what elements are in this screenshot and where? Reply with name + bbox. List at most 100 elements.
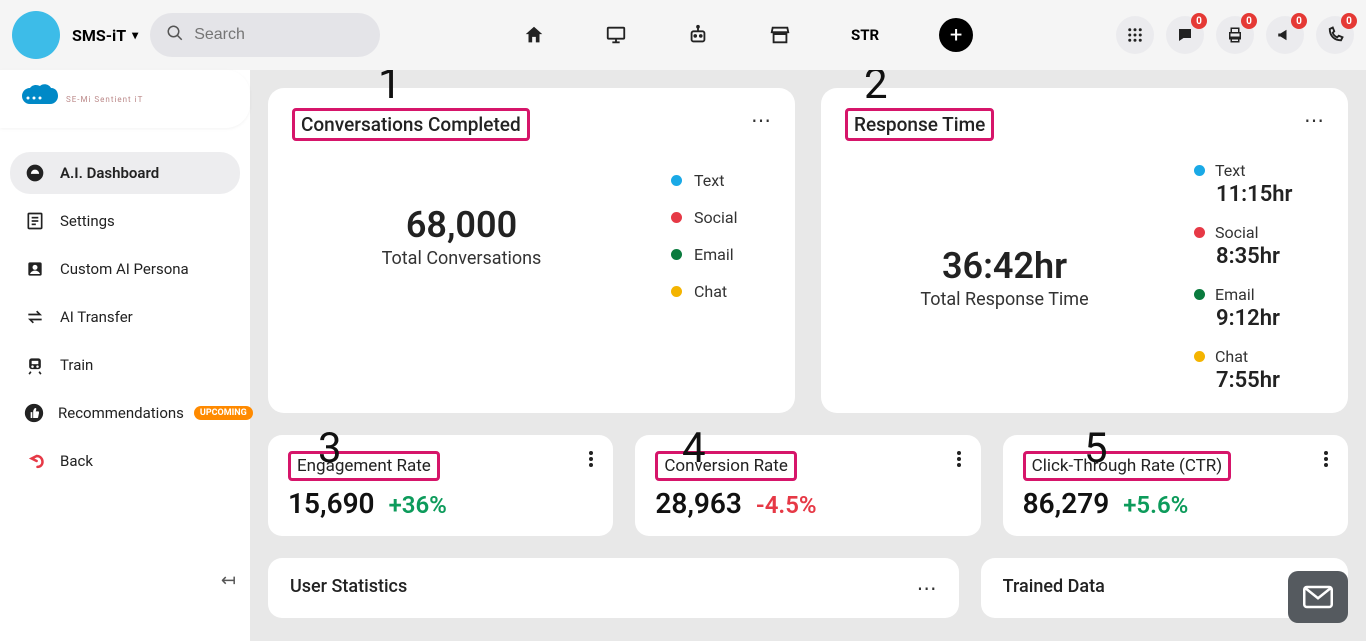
mail-fab[interactable] <box>1288 571 1348 623</box>
dot-icon <box>1194 227 1205 238</box>
more-icon[interactable]: ⋯ <box>917 576 937 600</box>
org-select[interactable]: SMS-iT ▾ <box>72 26 138 45</box>
avatar[interactable] <box>12 11 60 59</box>
legend-social: Social <box>671 208 771 227</box>
search-input[interactable] <box>194 26 401 44</box>
dot-icon <box>671 212 682 223</box>
resp-chat: Chat 7:55hr <box>1194 347 1324 393</box>
card-title: Trained Data <box>1003 576 1105 597</box>
header-nav: STR + <box>392 18 1104 52</box>
card-conversion: Conversion Rate 28,963 -4.5% <box>635 435 980 536</box>
nav-str[interactable]: STR <box>851 26 879 44</box>
thumbs-up-icon <box>24 403 44 423</box>
transfer-icon <box>24 307 46 327</box>
monitor-icon[interactable] <box>605 24 627 46</box>
dot-icon <box>1194 289 1205 300</box>
chevron-down-icon: ▾ <box>132 28 138 42</box>
search-box[interactable] <box>150 13 380 57</box>
dot-icon <box>1194 351 1205 362</box>
home-icon[interactable] <box>523 24 545 46</box>
ctr-change: +5.6% <box>1123 491 1188 519</box>
conversations-label: Total Conversations <box>292 248 631 269</box>
upcoming-tag: UPCOMING <box>194 406 253 420</box>
legend-chat: Chat <box>671 282 771 301</box>
sidebar-item-label: Recommendations <box>58 404 184 422</box>
sidebar-item-transfer[interactable]: AI Transfer <box>10 296 240 338</box>
conversion-value: 28,963 <box>655 487 742 520</box>
engagement-change: +36% <box>389 491 447 519</box>
sidebar-item-dashboard[interactable]: A.I. Dashboard <box>10 152 240 194</box>
card-engagement: Engagement Rate 15,690 +36% <box>268 435 613 536</box>
ctr-value: 86,279 <box>1023 487 1110 520</box>
sidebar-item-back[interactable]: Back <box>10 440 240 482</box>
badge: 0 <box>1191 13 1207 29</box>
response-label: Total Response Time <box>845 289 1164 310</box>
card-title: Click-Through Rate (CTR) <box>1032 456 1223 476</box>
chat-icon[interactable]: 0 <box>1166 16 1204 54</box>
more-icon[interactable]: ⋯ <box>751 108 771 132</box>
search-icon <box>166 24 184 46</box>
sidebar-item-persona[interactable]: Custom AI Persona <box>10 248 240 290</box>
sidebar: SMS-iT SE-Mi Sentient iT A.I. Dashboard … <box>0 70 250 641</box>
printer-icon[interactable]: 0 <box>1216 16 1254 54</box>
more-icon[interactable] <box>957 451 961 467</box>
nav-list: A.I. Dashboard Settings Custom AI Person… <box>0 140 250 631</box>
resp-email: Email 9:12hr <box>1194 285 1324 331</box>
main: 1 2 3 4 5 Conversations Completed ⋯ 68,0… <box>250 70 1366 641</box>
badge: 0 <box>1241 13 1257 29</box>
header: SMS-iT ▾ STR + 0 0 0 0 <box>0 0 1366 70</box>
mail-icon <box>1303 585 1333 609</box>
card-title: Response Time <box>854 113 985 136</box>
dot-icon <box>1194 165 1205 176</box>
phone-icon[interactable]: 0 <box>1316 16 1354 54</box>
add-button[interactable]: + <box>939 18 973 52</box>
card-title-highlight: Engagement Rate <box>288 451 440 481</box>
org-name: SMS-iT <box>72 26 126 45</box>
legend-email: Email <box>671 245 771 264</box>
sidebar-item-train[interactable]: Train <box>10 344 240 386</box>
dashboard-icon <box>24 163 46 183</box>
collapse-icon[interactable]: ↤ <box>221 570 236 591</box>
card-title-highlight: Conversion Rate <box>655 451 797 481</box>
sidebar-item-settings[interactable]: Settings <box>10 200 240 242</box>
legend-text: Text <box>671 171 771 190</box>
settings-icon <box>24 211 46 231</box>
persona-icon <box>24 259 46 279</box>
logo-tagline: SE-Mi Sentient iT <box>66 95 143 104</box>
card-title: Engagement Rate <box>297 456 431 476</box>
response-value: 36:42hr <box>845 245 1164 287</box>
store-icon[interactable] <box>769 24 791 46</box>
card-user-stats: User Statistics ⋯ <box>268 558 959 618</box>
conversion-change: -4.5% <box>756 491 817 519</box>
megaphone-icon[interactable]: 0 <box>1266 16 1304 54</box>
badge: 0 <box>1341 13 1357 29</box>
engagement-value: 15,690 <box>288 487 375 520</box>
more-icon[interactable]: ⋯ <box>1304 108 1324 132</box>
sidebar-item-label: Back <box>60 452 93 470</box>
conversations-value: 68,000 <box>292 204 631 246</box>
resp-social: Social 8:35hr <box>1194 223 1324 269</box>
dot-icon <box>671 249 682 260</box>
sidebar-item-label: AI Transfer <box>60 308 133 326</box>
sidebar-item-recommendations[interactable]: Recommendations UPCOMING <box>10 392 240 434</box>
logo[interactable]: SMS-iT SE-Mi Sentient iT <box>0 70 250 128</box>
resp-text: Text 11:15hr <box>1194 161 1324 207</box>
dot-icon <box>671 286 682 297</box>
robot-icon[interactable] <box>687 24 709 46</box>
cloud-icon <box>20 84 60 114</box>
card-title-highlight: Response Time <box>845 108 994 141</box>
card-title-highlight: Click-Through Rate (CTR) <box>1023 451 1232 481</box>
response-legend: Text 11:15hr Social 8:35hr Email 9:12hr … <box>1194 161 1324 393</box>
more-icon[interactable] <box>589 451 593 467</box>
train-icon <box>24 355 46 375</box>
sidebar-item-label: Settings <box>60 212 115 230</box>
sidebar-item-label: Train <box>60 356 93 374</box>
apps-icon[interactable] <box>1116 16 1154 54</box>
card-response: Response Time ⋯ 36:42hr Total Response T… <box>821 88 1348 413</box>
more-icon[interactable] <box>1324 451 1328 467</box>
card-title: User Statistics <box>290 576 407 597</box>
card-title-highlight: Conversations Completed <box>292 108 530 141</box>
sidebar-item-label: A.I. Dashboard <box>60 164 159 182</box>
back-icon <box>24 451 46 471</box>
card-title: Conversations Completed <box>301 113 521 136</box>
